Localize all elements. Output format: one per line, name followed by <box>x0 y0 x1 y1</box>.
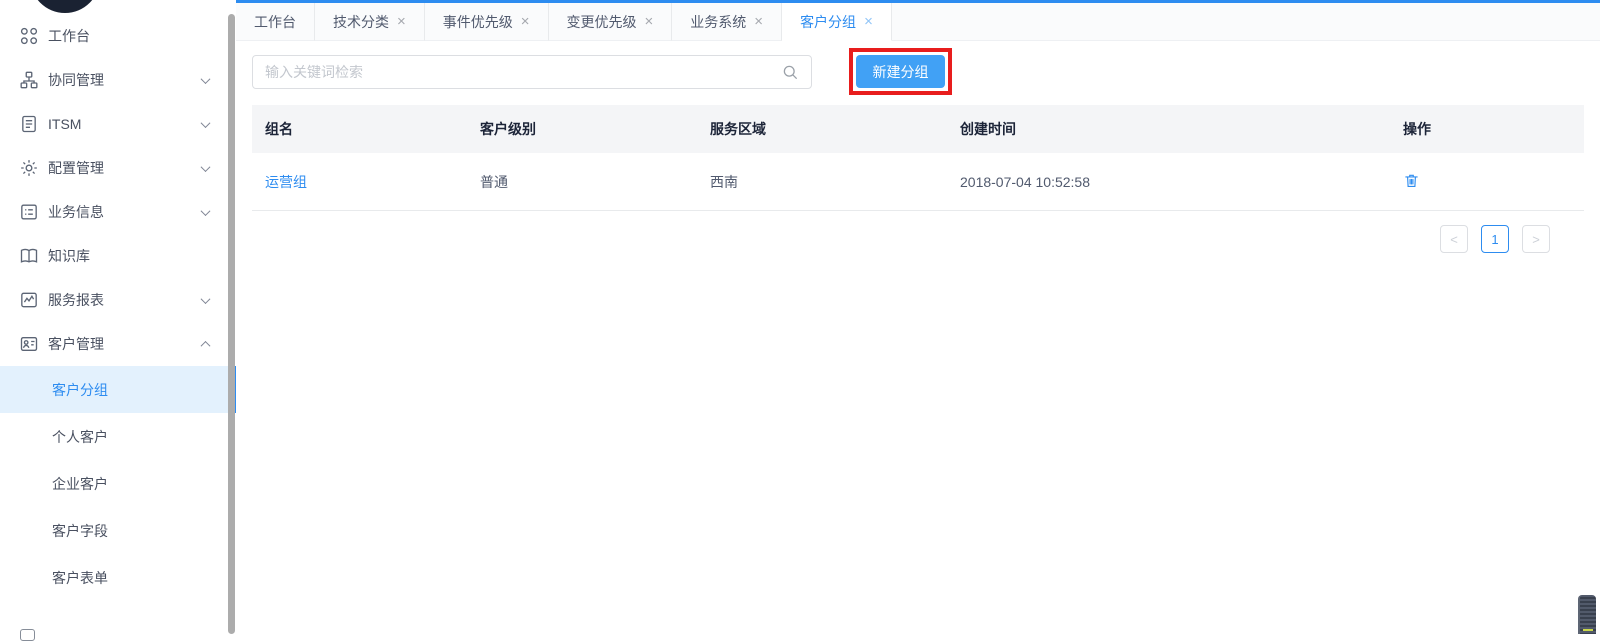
sidebar-subitem-individual-customers[interactable]: 个人客户 <box>0 413 236 460</box>
report-icon <box>19 290 39 310</box>
chevron-down-icon <box>201 294 211 304</box>
search-icon[interactable] <box>781 63 799 81</box>
group-name-link[interactable]: 运营组 <box>265 174 307 190</box>
tab-workbench[interactable]: 工作台 <box>236 3 315 41</box>
tab-label: 变更优先级 <box>567 12 637 32</box>
trash-icon[interactable] <box>1403 172 1420 189</box>
sidebar-subitem-label: 企业客户 <box>52 474 232 494</box>
sidebar-item-collaboration[interactable]: 协同管理 <box>0 58 236 102</box>
sidebar-item-label: 工作台 <box>48 26 202 46</box>
main-area: 工作台 技术分类 × 事件优先级 × 变更优先级 × 业务系统 × 客户分组 × <box>236 0 1600 634</box>
clipped-menu-icon <box>20 629 35 641</box>
close-icon[interactable]: × <box>397 14 406 29</box>
sidebar-item-label: ITSM <box>48 116 202 132</box>
sidebar-item-service-reports[interactable]: 服务报表 <box>0 278 236 322</box>
customer-management-submenu: 客户分组 个人客户 企业客户 客户字段 客户表单 <box>0 366 236 601</box>
sidebar-item-label: 配置管理 <box>48 158 202 178</box>
customer-level-value: 普通 <box>467 172 697 192</box>
tab-bar: 工作台 技术分类 × 事件优先级 × 变更优先级 × 业务系统 × 客户分组 × <box>236 3 1600 41</box>
sidebar-scrollbar[interactable] <box>228 14 235 634</box>
content-area: 新建分组 组名 客户级别 服务区域 创建时间 操作 运营组 普通 西南 2018… <box>236 41 1600 253</box>
new-group-button[interactable]: 新建分组 <box>856 55 945 88</box>
pagination-prev-button[interactable]: < <box>1440 225 1468 253</box>
sidebar-item-business-info[interactable]: 业务信息 <box>0 190 236 234</box>
table-header-row: 组名 客户级别 服务区域 创建时间 操作 <box>252 105 1584 153</box>
created-at-value: 2018-07-04 10:52:58 <box>947 174 1390 190</box>
sidebar-item-knowledge-base[interactable]: 知识库 <box>0 234 236 278</box>
close-icon[interactable]: × <box>754 14 763 29</box>
sidebar-item-itsm[interactable]: ITSM <box>0 102 236 146</box>
sidebar-item-label: 客户管理 <box>48 334 202 354</box>
tab-tech-category[interactable]: 技术分类 × <box>315 3 425 41</box>
sidebar: 工作台 协同管理 ITSM <box>0 0 236 634</box>
itsm-doc-icon <box>19 114 39 134</box>
sidebar-subitem-label: 个人客户 <box>52 427 232 447</box>
sidebar-item-label: 协同管理 <box>48 70 202 90</box>
tab-incident-priority[interactable]: 事件优先级 × <box>425 3 549 41</box>
app-logo <box>30 0 100 13</box>
close-icon[interactable]: × <box>645 14 654 29</box>
tab-label: 工作台 <box>254 12 296 32</box>
business-info-icon <box>19 202 39 222</box>
header-customer-level: 客户级别 <box>467 119 697 139</box>
chevron-down-icon <box>201 162 211 172</box>
sidebar-item-config[interactable]: 配置管理 <box>0 146 236 190</box>
toolbar: 新建分组 <box>252 55 1584 95</box>
tab-customer-groups[interactable]: 客户分组 × <box>782 3 892 41</box>
header-service-region: 服务区域 <box>697 119 947 139</box>
sidebar-item-label: 知识库 <box>48 246 202 266</box>
search-box <box>252 55 812 89</box>
sidebar-item-label: 服务报表 <box>48 290 202 310</box>
tab-label: 事件优先级 <box>443 12 513 32</box>
close-icon[interactable]: × <box>864 14 873 29</box>
pagination: < 1 > <box>252 225 1550 253</box>
search-input[interactable] <box>265 64 781 80</box>
chevron-up-icon <box>201 340 211 350</box>
collaboration-icon <box>19 70 39 90</box>
header-actions: 操作 <box>1390 119 1584 139</box>
annotation-highlight-box: 新建分组 <box>849 48 952 95</box>
sidebar-item-label: 业务信息 <box>48 202 202 222</box>
book-icon <box>19 246 39 266</box>
corner-widget-green-indicator <box>1583 629 1593 631</box>
sidebar-menu: 工作台 协同管理 ITSM <box>0 14 236 601</box>
tab-bar-spacer <box>892 3 1600 41</box>
service-region-value: 西南 <box>697 172 947 192</box>
table-row: 运营组 普通 西南 2018-07-04 10:52:58 <box>252 153 1584 211</box>
sidebar-subitem-customer-groups[interactable]: 客户分组 <box>0 366 236 413</box>
sidebar-item-customer-management[interactable]: 客户管理 <box>0 322 236 366</box>
close-icon[interactable]: × <box>521 14 530 29</box>
corner-scrollbar-widget[interactable] <box>1578 595 1596 634</box>
header-group-name: 组名 <box>252 119 467 139</box>
chevron-down-icon <box>201 74 211 84</box>
customer-groups-table: 组名 客户级别 服务区域 创建时间 操作 运营组 普通 西南 2018-07-0… <box>252 105 1584 211</box>
tab-label: 业务系统 <box>690 12 746 32</box>
sidebar-subitem-label: 客户字段 <box>52 521 232 541</box>
gear-icon <box>19 158 39 178</box>
sidebar-item-workbench[interactable]: 工作台 <box>0 14 236 58</box>
customer-icon <box>19 334 39 354</box>
sidebar-subitem-customer-fields[interactable]: 客户字段 <box>0 507 236 554</box>
workbench-icon <box>19 26 39 46</box>
sidebar-subitem-label: 客户表单 <box>52 568 232 588</box>
chevron-down-icon <box>201 206 211 216</box>
tab-label: 技术分类 <box>333 12 389 32</box>
sidebar-subitem-customer-forms[interactable]: 客户表单 <box>0 554 236 601</box>
tab-change-priority[interactable]: 变更优先级 × <box>549 3 673 41</box>
pagination-page-1[interactable]: 1 <box>1481 225 1509 253</box>
header-created-at: 创建时间 <box>947 119 1390 139</box>
pagination-next-button[interactable]: > <box>1522 225 1550 253</box>
tab-business-system[interactable]: 业务系统 × <box>672 3 782 41</box>
sidebar-subitem-enterprise-customers[interactable]: 企业客户 <box>0 460 236 507</box>
tab-label: 客户分组 <box>800 12 856 32</box>
sidebar-subitem-label: 客户分组 <box>52 380 232 400</box>
chevron-down-icon <box>201 118 211 128</box>
